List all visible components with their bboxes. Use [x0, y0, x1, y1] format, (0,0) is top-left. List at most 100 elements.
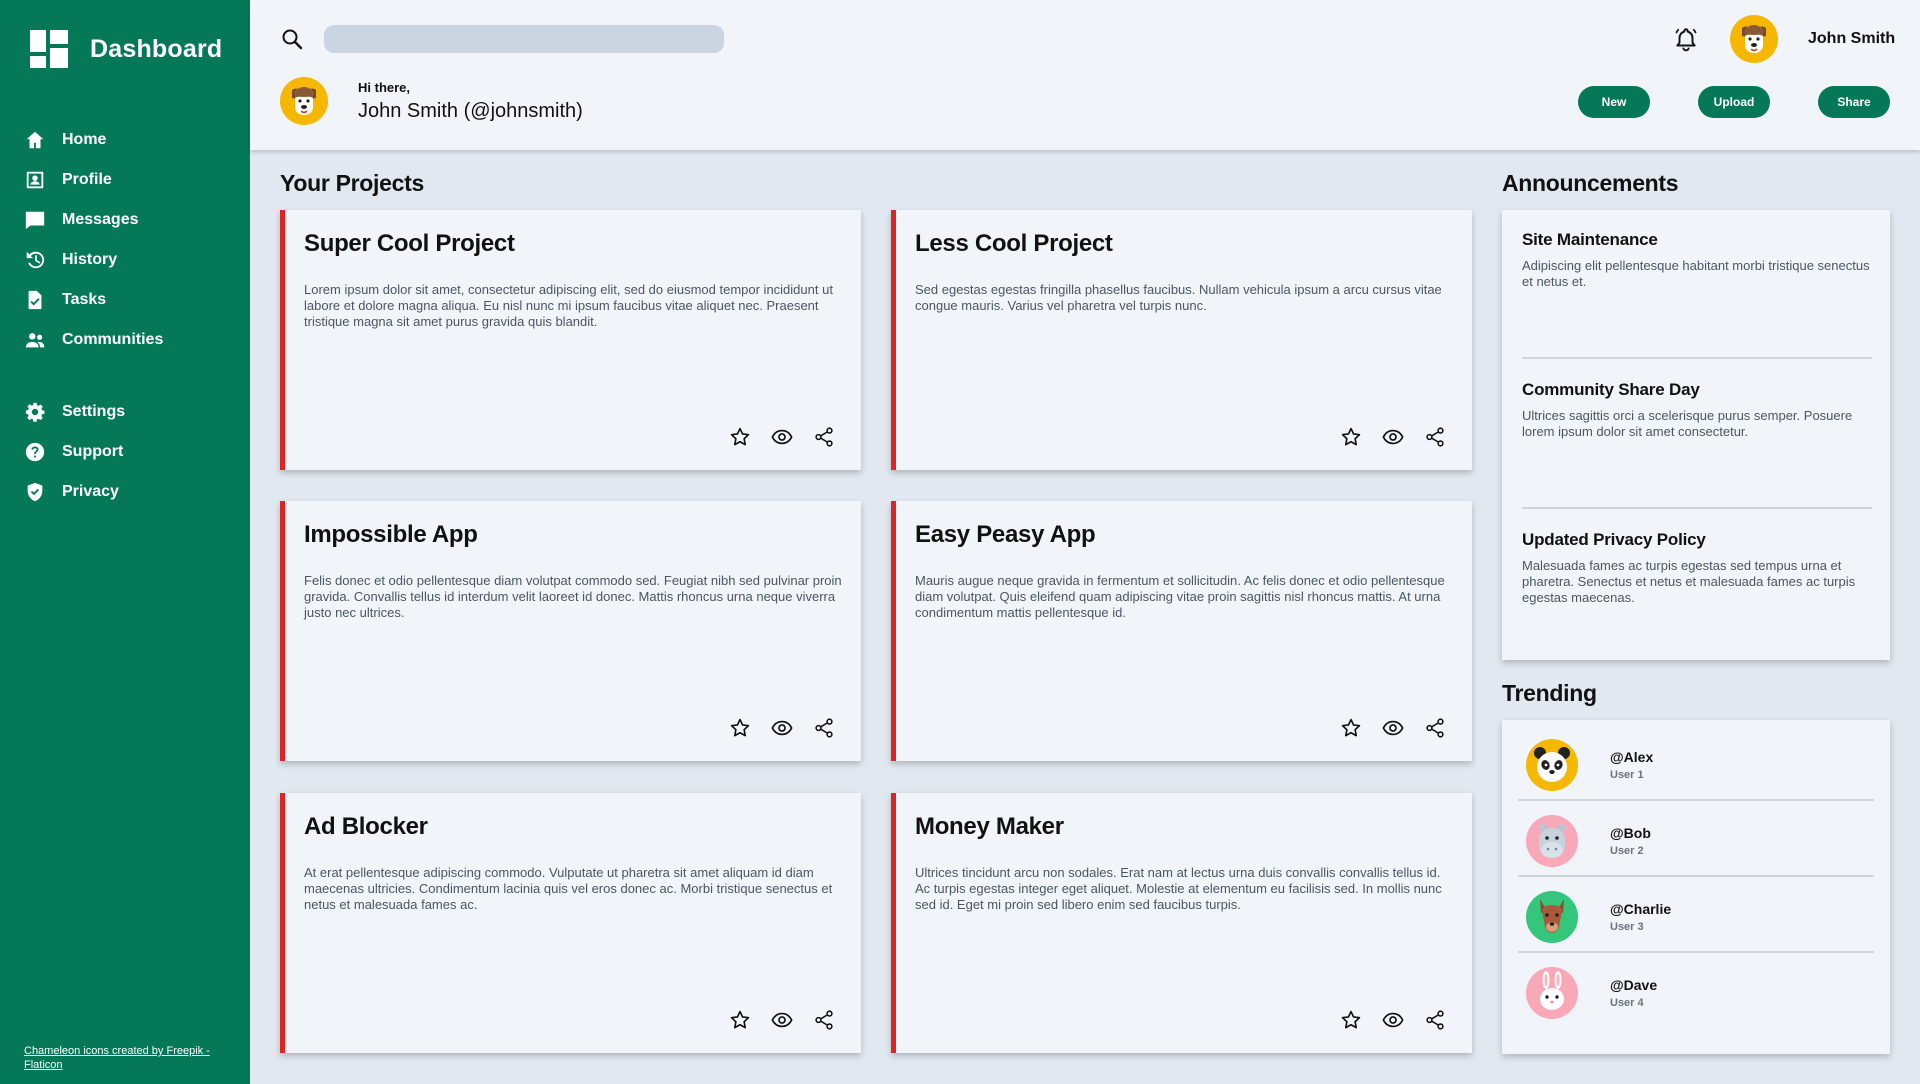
brand[interactable]: Dashboard — [30, 30, 222, 68]
trending-handle: @Charlie — [1610, 901, 1672, 917]
share-button[interactable]: Share — [1818, 86, 1890, 118]
brand-title: Dashboard — [90, 34, 223, 63]
tasks-icon — [28, 290, 42, 310]
project-card[interactable]: Ad Blocker At erat pellentesque adipisci… — [280, 793, 861, 1053]
trending-handle: @Dave — [1610, 977, 1658, 993]
share-icon[interactable] — [1424, 426, 1446, 448]
sidebar-item-profile[interactable]: Profile — [24, 160, 234, 200]
eye-icon[interactable] — [1382, 1009, 1404, 1031]
share-icon[interactable] — [813, 717, 835, 739]
hippo-avatar — [1526, 815, 1578, 867]
share-icon[interactable] — [1424, 717, 1446, 739]
project-title: Impossible App — [304, 521, 478, 548]
sidebar: Dashboard Home Profile Messages History … — [0, 0, 250, 1084]
sidebar-item-home[interactable]: Home — [24, 120, 234, 160]
top-header: John Smith Hi there, John Smith (@johnsm… — [250, 0, 1920, 150]
eye-icon[interactable] — [771, 426, 793, 448]
search-input[interactable] — [324, 25, 724, 53]
upload-button[interactable]: Upload — [1698, 86, 1770, 118]
project-card[interactable]: Impossible App Felis donec et odio pelle… — [280, 501, 861, 761]
project-title: Money Maker — [915, 813, 1064, 840]
trending-handle: @Bob — [1610, 825, 1651, 841]
greeting-name: John Smith (@johnsmith) — [358, 100, 583, 122]
project-actions — [729, 717, 835, 739]
announcements-title: Announcements — [1502, 170, 1679, 196]
trending-handle: @Alex — [1610, 749, 1654, 765]
dashboard-logo-icon — [30, 30, 68, 68]
help-icon — [25, 442, 45, 462]
project-card[interactable]: Money Maker Ultrices tincidunt arcu non … — [891, 793, 1472, 1053]
star-icon[interactable] — [1340, 1009, 1362, 1031]
sidebar-item-privacy[interactable]: Privacy — [24, 472, 234, 512]
announcement-title: Site Maintenance — [1522, 230, 1658, 249]
project-title: Super Cool Project — [304, 230, 515, 257]
trending-subtitle: User 4 — [1610, 997, 1644, 1009]
trending-user-row[interactable]: @Dave User 4 — [1518, 953, 1874, 1029]
sidebar-item-communities[interactable]: Communities — [24, 320, 234, 360]
eye-icon[interactable] — [1382, 717, 1404, 739]
star-icon[interactable] — [729, 717, 751, 739]
star-icon[interactable] — [1340, 426, 1362, 448]
sidebar-item-label: Support — [62, 443, 124, 460]
project-description: Mauris augue neque gravida in fermentum … — [915, 573, 1445, 620]
sidebar-item-label: Tasks — [62, 291, 107, 308]
sidebar-secondary-nav: Settings Support Privacy — [24, 392, 234, 512]
trending-title: Trending — [1502, 680, 1597, 706]
star-icon[interactable] — [729, 1009, 751, 1031]
sidebar-item-label: Privacy — [62, 483, 119, 500]
panda-avatar — [1526, 739, 1578, 791]
star-icon[interactable] — [729, 426, 751, 448]
announcement-item[interactable]: Community Share Day Ultrices sagittis or… — [1522, 380, 1872, 440]
sidebar-item-history[interactable]: History — [24, 240, 234, 280]
home-icon — [26, 131, 44, 149]
announcement-title: Updated Privacy Policy — [1522, 530, 1706, 549]
icon-credit-link[interactable]: Chameleon icons created by Freepik - Fla… — [24, 1044, 234, 1072]
new-button[interactable]: New — [1578, 86, 1650, 118]
user-avatar[interactable] — [1730, 15, 1778, 63]
trending-panel: @Alex User 1 @Bob User 2 @Charlie User 3 — [1502, 720, 1890, 1054]
share-icon[interactable] — [813, 426, 835, 448]
eye-icon[interactable] — [771, 1009, 793, 1031]
eye-icon[interactable] — [1382, 426, 1404, 448]
project-card[interactable]: Easy Peasy App Mauris augue neque gravid… — [891, 501, 1472, 761]
divider — [1522, 507, 1872, 509]
project-card[interactable]: Super Cool Project Lorem ipsum dolor sit… — [280, 210, 861, 470]
star-icon[interactable] — [1340, 717, 1362, 739]
announcement-description: Adipiscing elit pellentesque habitant mo… — [1522, 258, 1870, 289]
header-username[interactable]: John Smith — [1808, 30, 1895, 48]
sidebar-item-label: History — [62, 251, 118, 268]
sidebar-item-settings[interactable]: Settings — [24, 392, 234, 432]
announcement-item[interactable]: Site Maintenance Adipiscing elit pellent… — [1522, 230, 1872, 290]
sidebar-nav: Home Profile Messages History Tasks Comm… — [24, 120, 234, 360]
announcement-item[interactable]: Updated Privacy Policy Malesuada fames a… — [1522, 530, 1872, 606]
trending-subtitle: User 2 — [1610, 845, 1644, 857]
trending-user-row[interactable]: @Alex User 1 — [1518, 725, 1874, 801]
trending-user-row[interactable]: @Bob User 2 — [1518, 801, 1874, 877]
bell-icon[interactable] — [1673, 26, 1699, 52]
project-card[interactable]: Less Cool Project Sed egestas egestas fr… — [891, 210, 1472, 470]
project-actions — [1340, 426, 1446, 448]
share-icon[interactable] — [1424, 1009, 1446, 1031]
project-description: Lorem ipsum dolor sit amet, consectetur … — [304, 282, 833, 329]
divider — [1522, 357, 1872, 359]
rabbit-avatar — [1526, 967, 1578, 1019]
project-description: Ultrices tincidunt arcu non sodales. Era… — [915, 865, 1442, 912]
trending-subtitle: User 3 — [1610, 921, 1644, 933]
share-icon[interactable] — [813, 1009, 835, 1031]
announcement-title: Community Share Day — [1522, 380, 1700, 399]
gear-icon — [25, 402, 45, 422]
project-title: Less Cool Project — [915, 230, 1113, 257]
trending-user-row[interactable]: @Charlie User 3 — [1518, 877, 1874, 953]
project-description: At erat pellentesque adipiscing commodo.… — [304, 865, 833, 912]
project-title: Ad Blocker — [304, 813, 428, 840]
announcement-description: Malesuada fames ac turpis egestas sed te… — [1522, 558, 1856, 605]
project-actions — [1340, 717, 1446, 739]
kangaroo-avatar — [1526, 891, 1578, 943]
search-icon[interactable] — [280, 27, 304, 51]
eye-icon[interactable] — [771, 717, 793, 739]
sidebar-item-messages[interactable]: Messages — [24, 200, 234, 240]
sidebar-item-label: Communities — [62, 331, 164, 348]
sidebar-item-tasks[interactable]: Tasks — [24, 280, 234, 320]
project-actions — [729, 1009, 835, 1031]
sidebar-item-support[interactable]: Support — [24, 432, 234, 472]
